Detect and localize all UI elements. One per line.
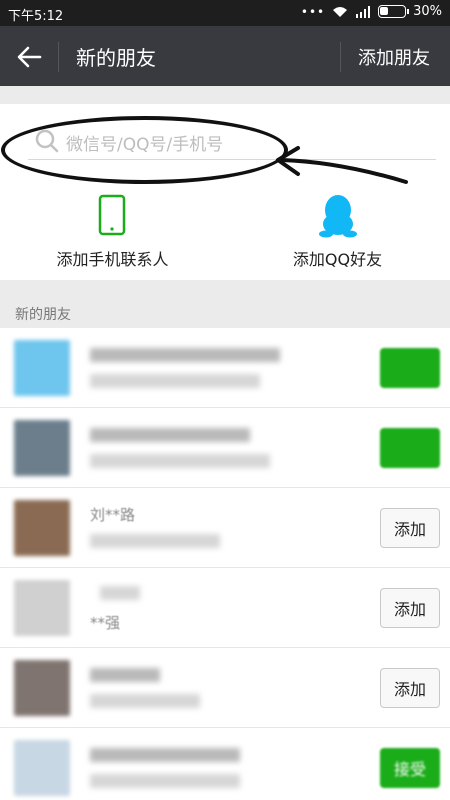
battery-percent: 30% [413,4,442,19]
add-qq-friends-label: 添加QQ好友 [292,250,383,269]
search-section: 微信号/QQ号/手机号 添加手机联系人 添加QQ好友 [0,104,450,280]
back-arrow-icon[interactable] [14,42,44,72]
page-title: 新的朋友 [76,46,156,70]
status-time: 下午5:12 [8,9,64,24]
add-qq-friends[interactable]: 添加QQ好友 [225,192,450,278]
list-item[interactable]: 添加 [0,648,450,728]
add-button[interactable]: 添加 [380,588,440,628]
spacer [0,86,450,104]
blurred-name [90,428,250,442]
avatar [14,420,70,476]
contact-name: 刘**路 [90,506,136,524]
notification-dots: ••• [300,4,326,19]
blurred-message [90,534,220,548]
blurred-name [100,586,140,600]
list-item[interactable]: 刘**路 添加 [0,488,450,568]
highlight-ellipse-annotation [1,116,288,184]
blurred-message [90,694,200,708]
wifi-icon [333,6,348,17]
annotation-arrow-icon [276,146,408,184]
blurred-name [90,748,240,762]
list-item[interactable] [0,328,450,408]
status-right: ••• 30% [301,4,442,19]
accept-button[interactable]: 接受 [380,748,440,788]
add-button[interactable]: 添加 [380,668,440,708]
blurred-message [90,374,260,388]
avatar [14,740,70,796]
accept-button[interactable] [380,428,440,468]
title-bar: 新的朋友 添加朋友 [0,26,450,86]
blurred-message [90,774,240,788]
status-bar: 下午5:12 ••• 30% [0,0,450,26]
list-item[interactable]: **强 添加 [0,568,450,648]
avatar [14,340,70,396]
action-divider [340,42,341,72]
battery-icon [378,5,410,18]
list-item[interactable] [0,408,450,488]
title-divider [58,42,59,72]
add-phone-contacts-label: 添加手机联系人 [56,250,169,269]
avatar [14,580,70,636]
contact-name: **强 [90,614,121,632]
section-header: 新的朋友 [0,300,450,328]
blurred-name [90,668,160,682]
signal-icon [356,5,371,18]
qq-penguin-icon [319,195,357,238]
add-button[interactable]: 添加 [380,508,440,548]
phone-icon [98,194,126,236]
add-phone-contacts[interactable]: 添加手机联系人 [0,192,225,278]
spacer [0,280,450,300]
list-item[interactable]: 接受 [0,728,450,800]
accept-button[interactable] [380,348,440,388]
avatar [14,500,70,556]
blurred-message [90,454,270,468]
add-friend-button[interactable]: 添加朋友 [358,44,430,70]
blurred-name [90,348,280,362]
section-title: 新的朋友 [15,307,71,323]
avatar [14,660,70,716]
